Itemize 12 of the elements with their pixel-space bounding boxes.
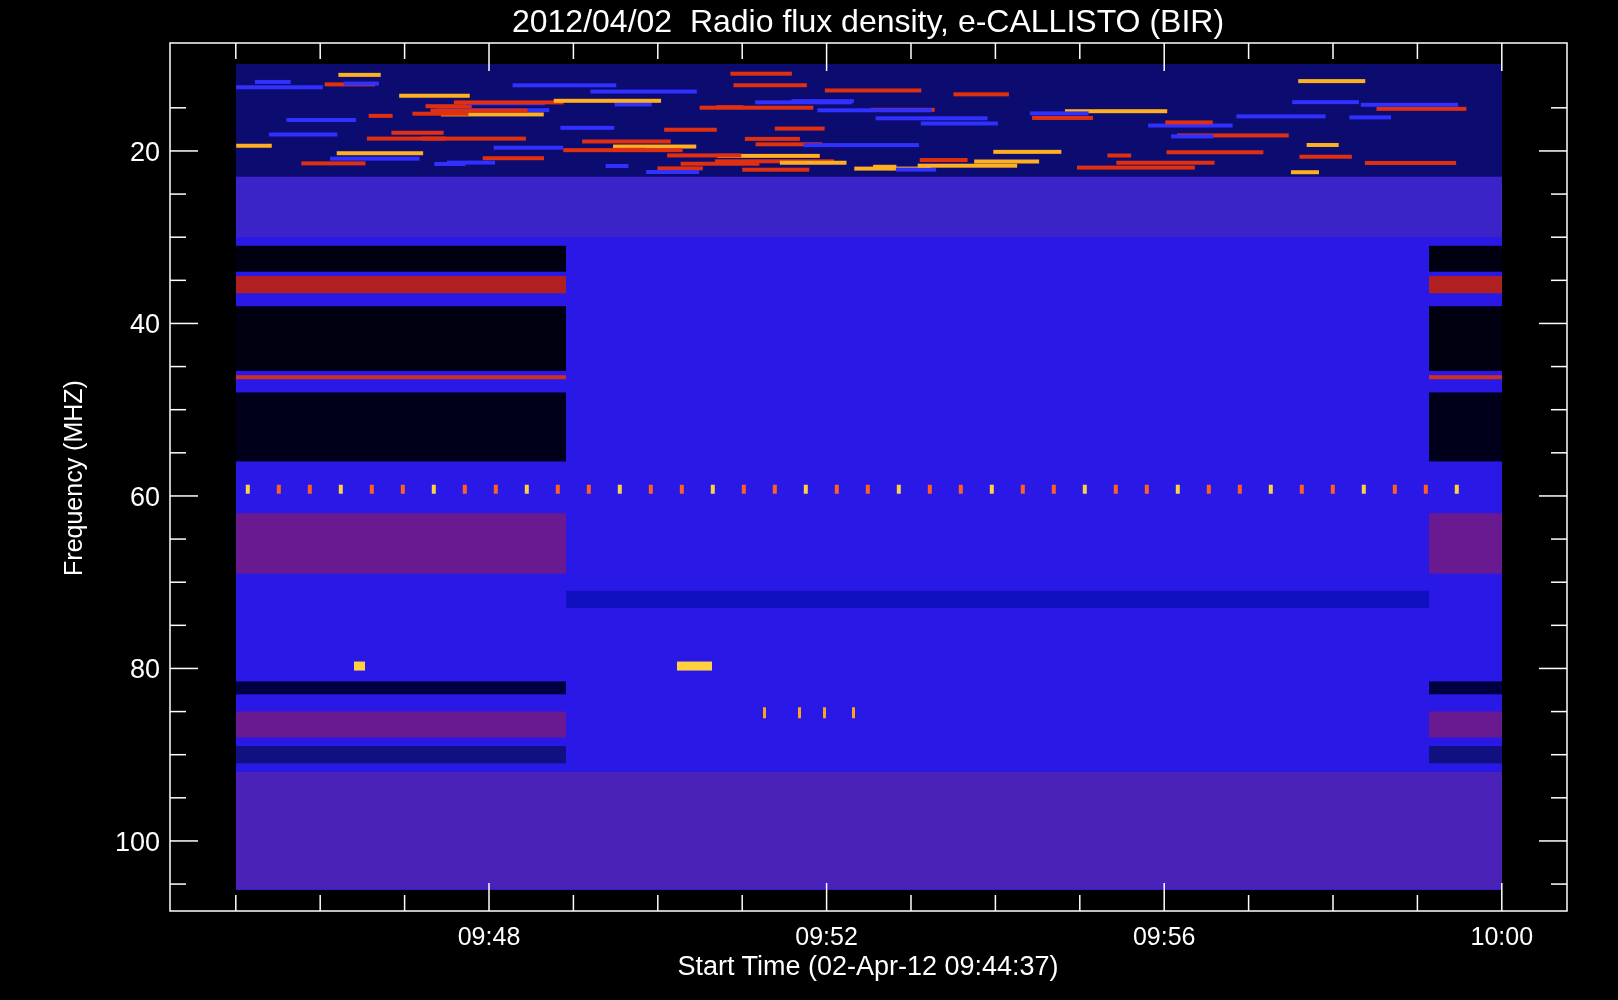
- y-tick-label: 80: [129, 654, 160, 685]
- y-tick-label: 60: [129, 481, 160, 512]
- x-axis-label: Start Time (02-Apr-12 09:44:37): [677, 951, 1059, 981]
- y-axis-label: Frequency (MHZ): [59, 380, 87, 576]
- y-tick-label: 100: [114, 826, 160, 857]
- chart-title: 2012/04/02 Radio flux density, e-CALLISTO (BIR): [511, 3, 1225, 39]
- x-tick-label: 09:56: [1132, 922, 1196, 950]
- y-tick-label: 20: [129, 136, 160, 167]
- x-tick-label: 09:52: [795, 922, 858, 950]
- y-tick-label: 40: [129, 309, 160, 340]
- x-tick-label: 09:48: [457, 922, 521, 950]
- x-tick-label: 10:00: [1470, 922, 1534, 950]
